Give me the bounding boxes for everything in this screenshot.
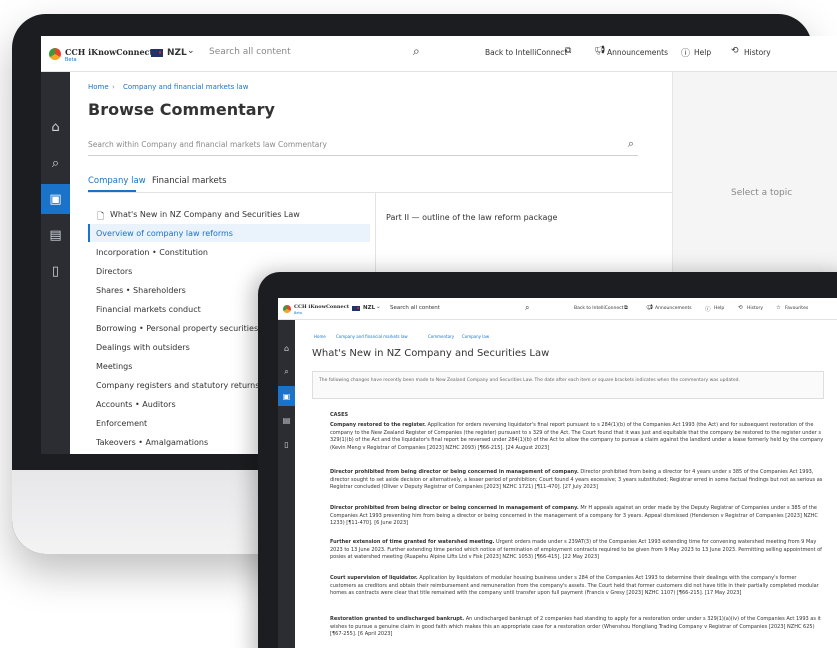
megaphone-icon: 📢︎: [646, 305, 653, 311]
tree-item-whats-new[interactable]: What's New in NZ Company and Securities …: [110, 210, 300, 219]
book-icon[interactable]: ▯: [278, 434, 295, 454]
browse-icon[interactable]: ▣: [278, 386, 295, 406]
app-logo[interactable]: CCH iKnowConnect: [294, 304, 349, 310]
search-icon[interactable]: ⌕: [628, 137, 634, 151]
chevron-down-icon[interactable]: ⌄: [376, 304, 381, 310]
page-title: Browse Commentary: [88, 100, 275, 119]
search-nav-icon[interactable]: ⌕: [41, 148, 70, 178]
notice-text: The following changes have recently been…: [319, 378, 740, 383]
tree-item-incorporation[interactable]: Incorporation • Constitution: [96, 248, 208, 257]
tree-item-shares[interactable]: Shares • Shareholders: [96, 286, 186, 295]
external-link-icon: ⧉: [565, 46, 572, 56]
tree-item-registers[interactable]: Company registers and statutory returns: [96, 381, 259, 390]
history-link[interactable]: History: [747, 306, 763, 311]
help-icon: ⓘ: [705, 307, 711, 313]
tabs-divider: [88, 192, 672, 193]
global-search-input[interactable]: Search all content: [209, 47, 291, 57]
logo-icon: [49, 48, 61, 60]
content-heading: Part II — outline of the law reform pack…: [386, 213, 558, 222]
case-item: Further extension of time granted for wa…: [330, 539, 824, 562]
browse-icon[interactable]: ▣: [41, 184, 70, 214]
breadcrumb-home[interactable]: Home: [314, 334, 326, 339]
documents-icon[interactable]: ▤: [278, 410, 295, 430]
app-logo[interactable]: CCH iKnowConnect: [65, 47, 153, 57]
tree-item-borrowing[interactable]: Borrowing • Personal property securities: [96, 324, 258, 333]
breadcrumb-company-law[interactable]: Company law: [462, 334, 489, 339]
notice-box: The following changes have recently been…: [312, 371, 824, 399]
page-title: What's New in NZ Company and Securities …: [312, 348, 550, 359]
documents-icon[interactable]: ▤: [41, 220, 70, 250]
logo-icon: [283, 305, 291, 313]
case-title: Company restored to the register.: [330, 422, 426, 428]
favourites-link[interactable]: Favourites: [785, 306, 808, 311]
announcements-link[interactable]: Announcements: [607, 48, 668, 57]
global-search-input[interactable]: Search all content: [390, 305, 440, 311]
breadcrumb-home[interactable]: Home: [88, 83, 109, 91]
breadcrumb-commentary[interactable]: Commentary: [428, 334, 454, 339]
help-link[interactable]: Help: [714, 306, 724, 311]
nav-rail: ⌂ ⌕ ▣ ▤ ▯: [278, 320, 295, 648]
nz-flag-icon: [151, 49, 163, 57]
book-icon[interactable]: ▯: [41, 256, 70, 286]
search-nav-icon[interactable]: ⌕: [278, 362, 295, 382]
back-to-intelliconnect-link[interactable]: Back to IntelliConnect: [485, 48, 567, 57]
app-logo-sub: Beta: [65, 57, 77, 63]
favourites-icon: ☆: [776, 305, 781, 311]
front-screen: CCH iKnowConnect Beta NZL ⌄ Search all c…: [278, 298, 837, 648]
case-item: Director prohibited from being director …: [330, 469, 824, 492]
megaphone-icon: 📢︎: [594, 46, 606, 56]
history-icon: ⟲: [731, 46, 739, 56]
chevron-down-icon[interactable]: ⌄: [187, 46, 195, 56]
case-item: Court supervision of liquidator. Applica…: [330, 575, 824, 598]
app-logo-sub: Beta: [294, 311, 303, 315]
back-to-intelliconnect-link[interactable]: Back to IntelliConnect: [574, 306, 623, 311]
nz-flag-icon: [352, 306, 360, 311]
jurisdiction-select[interactable]: NZL: [167, 48, 187, 58]
tree-item-overview[interactable]: Overview of company law reforms: [96, 229, 233, 238]
help-icon: ⓘ: [681, 49, 691, 59]
top-bar: CCH iKnowConnect Beta NZL ⌄ Search all c…: [41, 36, 837, 72]
tree-item-directors[interactable]: Directors: [96, 267, 132, 276]
case-title: Further extension of time granted for wa…: [330, 539, 495, 545]
search-icon[interactable]: ⌕: [413, 44, 420, 59]
breadcrumb-sep: ›: [112, 83, 115, 91]
top-bar: CCH iKnowConnect Beta NZL ⌄ Search all c…: [278, 298, 837, 320]
case-item: Director prohibited from being director …: [330, 505, 824, 528]
home-icon[interactable]: ⌂: [278, 338, 295, 358]
tree-item-financial-markets[interactable]: Financial markets conduct: [96, 305, 201, 314]
tree-item-dealings[interactable]: Dealings with outsiders: [96, 343, 190, 352]
tree-item-meetings[interactable]: Meetings: [96, 362, 132, 371]
tab-financial-markets[interactable]: Financial markets: [152, 176, 227, 186]
search-placeholder: Search within Company and financial mark…: [88, 140, 327, 149]
new-doc-icon: 🗋︎: [97, 212, 105, 222]
case-item: Restoration granted to undischarged bank…: [330, 616, 824, 639]
case-title: Restoration granted to undischarged bank…: [330, 616, 465, 622]
case-title: Director prohibited from being director …: [330, 505, 579, 511]
breadcrumb-company-markets[interactable]: Company and financial markets law: [336, 334, 408, 339]
right-panel-placeholder: Select a topic: [731, 188, 793, 198]
tree-item-accounts[interactable]: Accounts • Auditors: [96, 400, 176, 409]
tree-item-enforcement[interactable]: Enforcement: [96, 419, 147, 428]
tab-company-law[interactable]: Company law: [88, 176, 146, 186]
case-title: Court supervision of liquidator.: [330, 575, 418, 581]
case-item: Company restored to the register. Applic…: [330, 422, 824, 452]
jurisdiction-select[interactable]: NZL: [363, 305, 375, 311]
nav-rail: ⌂ ⌕ ▣ ▤ ▯: [41, 72, 70, 454]
external-link-icon: ⧉: [624, 305, 628, 311]
help-link[interactable]: Help: [694, 48, 711, 57]
history-icon: ⟲: [738, 305, 743, 311]
announcements-link[interactable]: Announcements: [655, 306, 692, 311]
commentary-search-input[interactable]: Search within Company and financial mark…: [88, 134, 638, 156]
section-heading-cases: CASES: [330, 412, 349, 418]
tree-item-takeovers[interactable]: Takeovers • Amalgamations: [96, 438, 208, 447]
case-title: Director prohibited from being director …: [330, 469, 579, 475]
search-icon[interactable]: ⌕: [525, 303, 529, 313]
breadcrumb-current[interactable]: Company and financial markets law: [123, 83, 248, 91]
history-link[interactable]: History: [744, 48, 771, 57]
home-icon[interactable]: ⌂: [41, 112, 70, 142]
